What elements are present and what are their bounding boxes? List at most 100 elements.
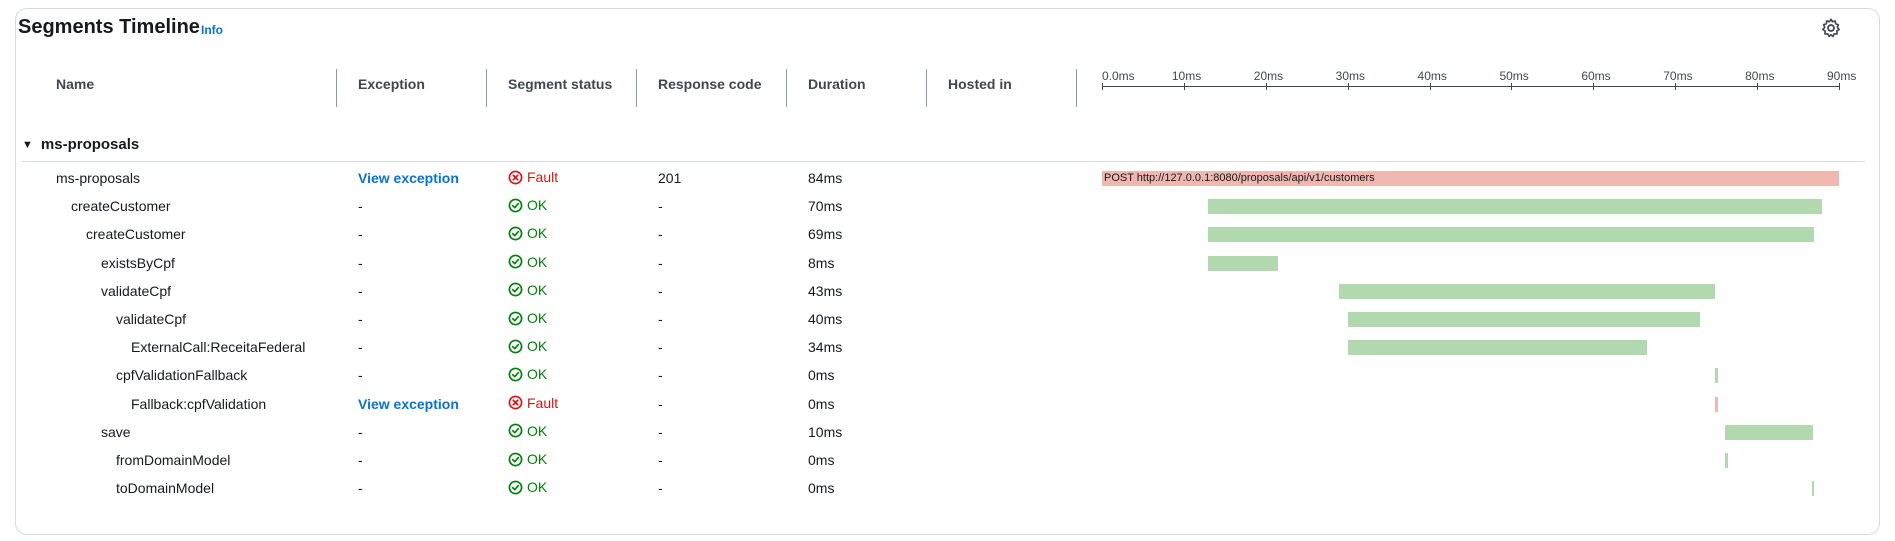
- timeline-bar[interactable]: [1715, 396, 1718, 412]
- status-text: OK: [527, 479, 548, 496]
- duration-value: 0ms: [808, 395, 835, 412]
- status-text: Fault: [527, 169, 559, 185]
- response-code: -: [658, 226, 663, 243]
- segment-name[interactable]: save: [101, 424, 131, 440]
- error-circle-icon: [508, 395, 523, 410]
- response-code: -: [658, 254, 663, 271]
- timeline-bar[interactable]: [1207, 199, 1822, 215]
- segment-name[interactable]: ms-proposals: [56, 170, 140, 186]
- status-badge: OK: [508, 254, 547, 270]
- check-circle-icon: [508, 254, 523, 269]
- column-header-name[interactable]: Name: [56, 76, 94, 92]
- segment-name[interactable]: cpfValidationFallback: [116, 367, 247, 383]
- segment-name[interactable]: createCustomer: [86, 226, 186, 242]
- caret-down-icon[interactable]: ▼: [22, 139, 33, 151]
- column-header-response-code[interactable]: Response code: [658, 76, 761, 92]
- column-divider[interactable]: [926, 69, 927, 107]
- info-link[interactable]: Info: [201, 23, 223, 37]
- axis-tick-label: 50ms: [1499, 69, 1529, 83]
- check-circle-icon: [508, 423, 523, 438]
- status-badge: OK: [508, 282, 547, 298]
- status-text: OK: [527, 253, 548, 270]
- status-text: Fault: [527, 394, 559, 411]
- check-circle-icon: [508, 480, 523, 495]
- timeline-bar[interactable]: [1811, 481, 1815, 497]
- response-code: 201: [658, 170, 682, 186]
- status-badge: OK: [508, 366, 547, 382]
- timeline-bar[interactable]: [1715, 368, 1718, 384]
- exception-value: -: [358, 198, 363, 215]
- segment-name[interactable]: validateCpf: [116, 311, 186, 327]
- column-divider[interactable]: [486, 69, 487, 107]
- column-header-exception[interactable]: Exception: [358, 76, 425, 92]
- column-header-segment-status[interactable]: Segment status: [508, 76, 612, 92]
- exception-value: -: [358, 254, 363, 271]
- column-divider[interactable]: [336, 69, 337, 107]
- check-circle-icon: [508, 452, 523, 467]
- view-exception-link[interactable]: View exception: [358, 170, 459, 186]
- duration-value: 8ms: [808, 254, 835, 271]
- column-divider[interactable]: [786, 69, 787, 107]
- exception-value: -: [358, 226, 363, 243]
- check-circle-icon: [508, 311, 523, 326]
- timeline-bar[interactable]: [1347, 312, 1700, 327]
- exception-value: -: [358, 452, 363, 468]
- axis-tick: [1511, 83, 1513, 90]
- status-badge: OK: [508, 451, 547, 467]
- status-text: OK: [527, 422, 548, 439]
- check-circle-icon: [508, 339, 523, 354]
- column-divider[interactable]: [1076, 69, 1077, 107]
- group-row-ms-proposals[interactable]: ▼ ms-proposals: [22, 136, 139, 153]
- duration-value: 0ms: [808, 480, 835, 497]
- segment-name[interactable]: toDomainModel: [116, 480, 214, 496]
- segment-name[interactable]: ExternalCall:ReceitaFederal: [131, 339, 305, 355]
- column-divider[interactable]: [636, 69, 637, 107]
- segment-name[interactable]: validateCpf: [101, 283, 171, 299]
- status-text: OK: [527, 281, 548, 298]
- axis-tick-label: 40ms: [1417, 69, 1447, 83]
- timeline-bar[interactable]: [1207, 227, 1814, 243]
- column-header-duration[interactable]: Duration: [808, 76, 866, 92]
- response-code: -: [658, 452, 663, 468]
- axis-tick-label: 80ms: [1745, 69, 1775, 83]
- axis-tick-label: 30ms: [1335, 69, 1365, 83]
- axis-tick-label: 10ms: [1171, 69, 1202, 83]
- timeline-bar[interactable]: [1339, 283, 1716, 299]
- segment-name[interactable]: Fallback:cpfValidation: [131, 396, 266, 412]
- response-code: -: [658, 198, 663, 215]
- segment-name[interactable]: fromDomainModel: [116, 452, 230, 468]
- exception-value: -: [358, 311, 363, 327]
- timeline-bar[interactable]: [1207, 255, 1279, 271]
- status-badge: OK: [508, 338, 547, 354]
- check-circle-icon: [508, 198, 523, 213]
- axis-tick-label: 90ms: [1827, 69, 1857, 83]
- status-badge: OK: [508, 225, 547, 241]
- exception-value: -: [358, 423, 363, 440]
- axis-tick-label: 20ms: [1253, 69, 1284, 83]
- error-circle-icon: [508, 170, 523, 185]
- gear-icon[interactable]: [1820, 17, 1842, 39]
- axis-tick: [1757, 83, 1759, 90]
- segment-name[interactable]: createCustomer: [71, 198, 171, 214]
- column-header-hosted-in[interactable]: Hosted in: [948, 76, 1012, 92]
- timeline-bar[interactable]: [1347, 340, 1647, 356]
- axis-tick: [1675, 83, 1677, 90]
- axis-tick: [1593, 83, 1595, 90]
- axis-tick: [1839, 83, 1840, 90]
- axis-tick-label: 0.0ms: [1102, 69, 1135, 83]
- status-text: OK: [527, 197, 548, 214]
- panel-title: Segments Timeline: [18, 16, 200, 38]
- timeline-bar[interactable]: [1725, 453, 1728, 468]
- response-code: -: [658, 423, 663, 440]
- status-badge: OK: [508, 423, 547, 439]
- status-badge: OK: [508, 310, 547, 326]
- view-exception-link[interactable]: View exception: [358, 396, 459, 412]
- divider: [22, 161, 1865, 162]
- segment-name[interactable]: existsByCpf: [101, 255, 175, 271]
- timeline-bar[interactable]: [1725, 424, 1813, 440]
- duration-value: 84ms: [808, 170, 843, 186]
- check-circle-icon: [508, 226, 523, 241]
- duration-value: 0ms: [808, 367, 835, 384]
- axis-tick-label: 70ms: [1663, 69, 1693, 83]
- exception-value: -: [358, 480, 363, 497]
